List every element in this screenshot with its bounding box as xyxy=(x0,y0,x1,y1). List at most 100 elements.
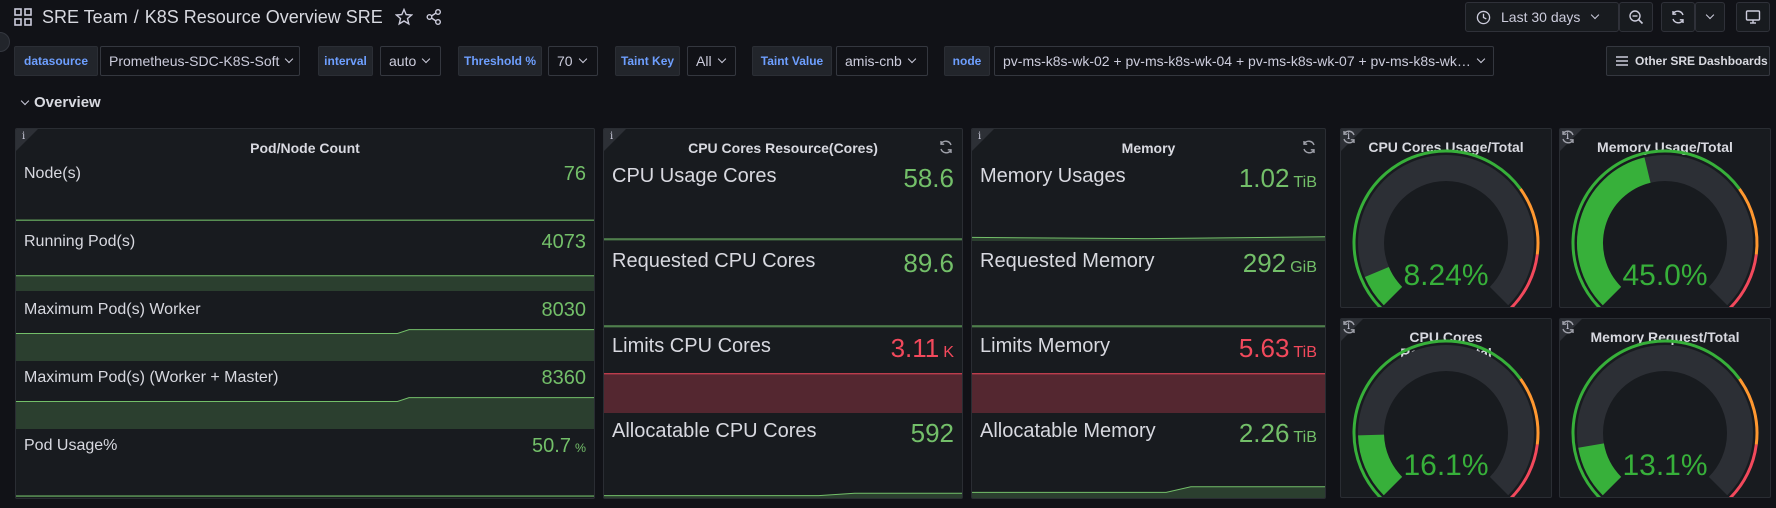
refresh-icon[interactable] xyxy=(1341,319,1357,335)
var-value-interval: auto xyxy=(389,53,417,69)
sparkline xyxy=(972,373,1325,413)
var-label-datasource: datasource xyxy=(14,46,98,76)
refresh-icon[interactable] xyxy=(1560,129,1576,145)
stat-label: Maximum Pod(s) (Worker + Master) xyxy=(24,369,279,386)
sparkline xyxy=(972,486,1325,498)
apps-grid-icon[interactable] xyxy=(14,8,32,26)
refresh-icon[interactable] xyxy=(1301,139,1317,155)
var-label-node: node xyxy=(944,46,990,76)
monitor-icon xyxy=(1745,10,1761,24)
breadcrumb-team[interactable]: SRE Team xyxy=(42,7,128,28)
share-icon[interactable] xyxy=(425,8,443,26)
stat-allocatable-memory: Allocatable Memory 2.26 TiB xyxy=(972,414,1325,498)
tv-mode-button[interactable] xyxy=(1736,2,1770,32)
gauge-value: 16.1% xyxy=(1403,449,1489,482)
other-dashboards-label: Other SRE Dashboards xyxy=(1635,54,1768,68)
refresh-icon[interactable] xyxy=(938,139,954,155)
stat-value: 2.26 TiB xyxy=(1239,418,1317,449)
stat-number: 89.6 xyxy=(903,248,954,278)
chevron-down-icon xyxy=(1591,10,1600,20)
variables-bar: datasource Prometheus-SDC-K8S-Soft inter… xyxy=(0,46,1776,78)
stat-allocatable-cpu-cores: Allocatable CPU Cores 592 xyxy=(604,414,962,498)
stat-value: 89.6 xyxy=(903,248,954,279)
refresh-icon[interactable] xyxy=(1341,129,1357,145)
sparkline xyxy=(972,325,1325,328)
sparkline xyxy=(16,275,594,291)
stat-label: Allocatable Memory xyxy=(980,420,1156,442)
stat-number: 8360 xyxy=(541,367,587,389)
stat-unit: GiB xyxy=(1290,258,1317,276)
var-value-taint-value: amis-cnb xyxy=(845,53,902,69)
var-label-interval: interval xyxy=(318,46,373,76)
stat-number: 592 xyxy=(910,418,954,448)
var-label-taint-key: Taint Key xyxy=(615,46,680,76)
stat-running-pod-s: Running Pod(s) 4073 xyxy=(16,227,594,291)
chevron-down-icon xyxy=(717,54,726,64)
panel-pod-node-count: i Pod/Node Count Node(s) 76 Running Pod(s)… xyxy=(15,128,595,499)
star-icon[interactable] xyxy=(394,8,413,26)
panel-cpu-cores-resource: i CPU Cores Resource(Cores) CPU Usage Co… xyxy=(603,128,963,499)
dashboard-title[interactable]: K8S Resource Overview SRE xyxy=(145,7,383,28)
stat-number: 2.26 xyxy=(1238,418,1290,448)
var-select-node[interactable]: pv-ms-k8s-wk-02 + pv-ms-k8s-wk-04 + pv-m… xyxy=(994,46,1494,76)
stat-unit: TiB xyxy=(1293,173,1317,191)
stat-unit: TiB xyxy=(1293,428,1317,446)
panel-gauge-memory-request: i Memory Request/Total 13.1% xyxy=(1559,318,1771,498)
refresh-button[interactable] xyxy=(1661,2,1695,32)
row-overview-toggle[interactable]: Overview xyxy=(20,94,101,111)
time-range-label: Last 30 days xyxy=(1501,9,1581,25)
time-range-picker[interactable]: Last 30 days xyxy=(1465,2,1619,32)
sparkline xyxy=(604,373,962,413)
var-select-taint-value[interactable]: amis-cnb xyxy=(836,46,928,76)
var-value-taint-key: All xyxy=(696,53,712,69)
var-select-datasource[interactable]: Prometheus-SDC-K8S-Soft xyxy=(100,46,300,76)
stat-label: CPU Usage Cores xyxy=(612,165,777,187)
chevron-down-icon xyxy=(1476,54,1486,64)
stat-unit: % xyxy=(574,441,586,455)
chevron-down-icon xyxy=(285,54,294,64)
stat-value: 8360 xyxy=(542,367,587,390)
stat-label: Memory Usages xyxy=(980,165,1126,187)
refresh-interval-dropdown[interactable] xyxy=(1695,2,1725,32)
sparkline xyxy=(16,219,594,221)
stat-value: 3.11 K xyxy=(891,333,954,364)
zoom-out-icon xyxy=(1629,10,1644,25)
clock-icon xyxy=(1476,10,1491,24)
var-label-taint-value: Taint Value xyxy=(752,46,832,76)
chevron-down-icon xyxy=(422,54,431,64)
stat-number: 76 xyxy=(563,163,586,185)
stat-requested-memory: Requested Memory 292 GiB xyxy=(972,244,1325,328)
other-dashboards-link[interactable]: Other SRE Dashboards xyxy=(1606,46,1770,76)
panel-gauge-cpu-usage: i CPU Cores Usage/Total 8.24% xyxy=(1340,128,1552,308)
stat-unit: K xyxy=(943,343,954,361)
stat-maximum-pod-s-worker: Maximum Pod(s) Worker 8030 xyxy=(16,295,594,361)
panel-title: Pod/Node Count xyxy=(250,140,360,156)
var-select-taint-key[interactable]: All xyxy=(687,46,736,76)
sparkline xyxy=(604,325,962,328)
stat-value: 76 xyxy=(564,163,586,186)
stat-number: 3.11 xyxy=(890,333,940,363)
var-value-threshold: 70 xyxy=(557,53,573,69)
sparkline xyxy=(972,236,1325,241)
stat-value: 1.02 TiB xyxy=(1239,163,1317,194)
var-value-node: pv-ms-k8s-wk-02 + pv-ms-k8s-wk-04 + pv-m… xyxy=(1003,53,1471,69)
chevron-down-icon xyxy=(1705,10,1715,20)
sparkline xyxy=(16,397,594,429)
stat-label: Pod Usage% xyxy=(24,437,118,454)
row-title: Overview xyxy=(34,94,101,111)
var-select-interval[interactable]: auto xyxy=(380,46,441,76)
var-label-threshold: Threshold % xyxy=(458,46,542,76)
stat-memory-usages: Memory Usages 1.02 TiB xyxy=(972,159,1325,241)
stat-label: Limits Memory xyxy=(980,335,1111,357)
stat-maximum-pod-s-worker-master: Maximum Pod(s) (Worker + Master) 8360 xyxy=(16,363,594,429)
stat-label: Allocatable CPU Cores xyxy=(612,420,817,442)
stat-number: 4073 xyxy=(541,231,587,253)
zoom-out-button[interactable] xyxy=(1619,2,1653,32)
sparkline xyxy=(604,238,962,241)
chevron-down-icon xyxy=(907,54,917,64)
stat-label: Node(s) xyxy=(24,165,81,182)
refresh-icon[interactable] xyxy=(1560,319,1576,335)
chevron-down-icon xyxy=(20,96,30,105)
var-select-threshold[interactable]: 70 xyxy=(548,46,598,76)
stat-limits-cpu-cores: Limits CPU Cores 3.11 K xyxy=(604,329,962,413)
